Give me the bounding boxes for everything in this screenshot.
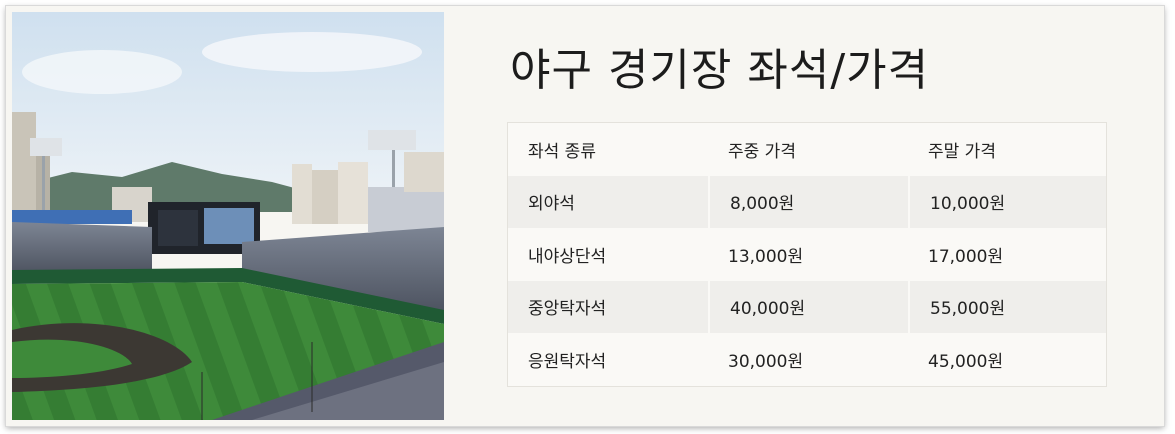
weekday-price-cell: 13,000원 (728, 246, 804, 267)
weekday-price-cell: 40,000원 (708, 280, 908, 333)
table-row: 중앙탁자석 40,000원 55,000원 (508, 280, 1108, 333)
weekend-price-cell: 10,000원 (908, 175, 1108, 228)
seat-type-cell: 중앙탁자석 (528, 299, 607, 320)
column-header-seat-type: 좌석 종류 (528, 141, 596, 162)
column-header-weekend-price: 주말 가격 (928, 141, 996, 162)
seat-price-table: 좌석 종류 주중 가격 주말 가격 외야석 8,000원 10,000원 내야상… (507, 122, 1107, 387)
seat-type-cell: 외야석 (528, 194, 575, 215)
weekday-price-cell: 8,000원 (708, 175, 908, 228)
column-header-weekday-price: 주중 가격 (728, 141, 796, 162)
stadium-illustration (12, 12, 444, 420)
weekend-price-cell: 17,000원 (928, 246, 1004, 267)
page-title: 야구 경기장 좌석/가격 (510, 45, 930, 96)
seat-type-cell: 응원탁자석 (528, 351, 607, 372)
weekday-price-cell: 30,000원 (728, 351, 804, 372)
seat-type-cell: 내야상단석 (528, 246, 607, 267)
table-row: 내야상단석 13,000원 17,000원 (508, 228, 1106, 281)
table-row: 응원탁자석 30,000원 45,000원 (508, 333, 1106, 386)
weekend-price-cell: 55,000원 (908, 280, 1108, 333)
table-row: 외야석 8,000원 10,000원 (508, 175, 1108, 228)
baseball-stadium-photo (12, 12, 444, 420)
content-card: 야구 경기장 좌석/가격 좌석 종류 주중 가격 주말 가격 외야석 8,000… (6, 6, 1164, 426)
table-header-row: 좌석 종류 주중 가격 주말 가격 (508, 123, 1106, 176)
weekend-price-cell: 45,000원 (928, 351, 1004, 372)
